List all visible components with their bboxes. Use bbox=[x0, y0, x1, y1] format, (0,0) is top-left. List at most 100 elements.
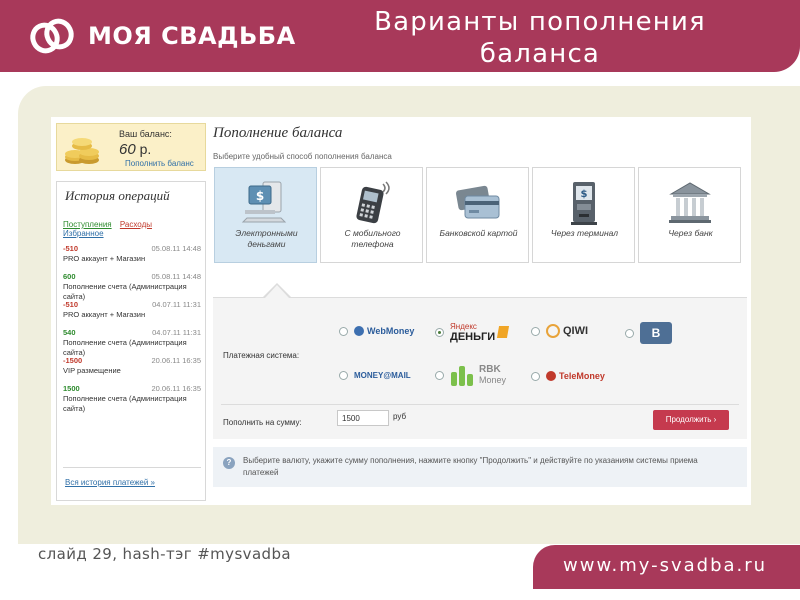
header-band: МОЯ СВАДЬБА Варианты пополнения баланса bbox=[0, 0, 800, 72]
amount-label: Пополнить на сумму: bbox=[223, 418, 302, 427]
op-amount: 540 bbox=[63, 328, 76, 337]
list-item: -510 04.07.11 11:31 PRO аккаунт + Магазин bbox=[63, 300, 201, 328]
balance-label: Ваш баланс: bbox=[119, 129, 172, 139]
rbk-logo-top: RBK bbox=[479, 364, 501, 375]
history-tabs: Поступления Расходы Избранное bbox=[63, 220, 205, 238]
qiwi-ring-icon bbox=[546, 324, 560, 338]
amount-unit: руб bbox=[393, 412, 407, 421]
tab-favorites[interactable]: Избранное bbox=[63, 229, 104, 238]
balance-box: Ваш баланс: 60 р. Пополнить баланс bbox=[56, 123, 206, 171]
webmoney-globe-icon bbox=[354, 326, 364, 336]
method-bank-card[interactable]: Банковской картой bbox=[426, 167, 529, 263]
method-label: Через терминал bbox=[550, 228, 619, 238]
list-item: 540 04.07.11 11:31 Пополнение счета (Адми… bbox=[63, 328, 201, 357]
rbk-logo-bottom: Money bbox=[479, 375, 507, 385]
op-date: 20.06.11 16:35 bbox=[151, 356, 202, 365]
continue-button[interactable]: Продолжить › bbox=[653, 410, 729, 430]
footer-url-band: www.my-svadba.ru bbox=[533, 545, 800, 589]
option-moneymail[interactable]: MONEY@MAIL bbox=[339, 371, 411, 380]
payment-form: Платежная система: WebMoney Яндекс ДЕНЬГ… bbox=[213, 297, 747, 439]
logo-text: МОЯ СВАДЬБА bbox=[88, 22, 296, 50]
svg-text:$: $ bbox=[256, 189, 264, 203]
method-e-money[interactable]: $ Электронными деньгами bbox=[214, 167, 317, 263]
terminal-icon: $ bbox=[571, 182, 597, 225]
method-label: Банковской картой bbox=[439, 228, 518, 238]
amount-input[interactable]: 1500 bbox=[337, 410, 389, 426]
option-qiwi[interactable]: QIWI bbox=[531, 324, 588, 338]
list-item: -1500 20.06.11 16:35 VIP размещение bbox=[63, 356, 201, 384]
qiwi-logo: QIWI bbox=[563, 325, 589, 337]
method-label: Электронными деньгами bbox=[235, 228, 298, 249]
list-item: -510 05.08.11 14:48 PRO аккаунт + Магазин bbox=[63, 244, 201, 272]
slide-title-line-1: Варианты пополнения bbox=[374, 7, 706, 37]
payment-system-label: Платежная система: bbox=[223, 351, 300, 360]
main-subtitle: Выберите удобный способ пополнения балан… bbox=[213, 152, 392, 161]
moneymail-logo: MONEY@MAIL bbox=[354, 371, 411, 380]
method-label: Через банк bbox=[668, 228, 713, 238]
all-history-link[interactable]: Вся история платежей » bbox=[65, 478, 155, 487]
webmoney-logo: WebMoney bbox=[367, 326, 415, 336]
op-date: 05.08.11 14:48 bbox=[151, 272, 202, 281]
radio-webmoney[interactable] bbox=[339, 326, 348, 336]
method-mobile[interactable]: С мобильного телефона bbox=[320, 167, 423, 263]
op-date: 04.07.11 11:31 bbox=[152, 300, 201, 309]
op-desc: Пополнение счета (Администрация сайта) bbox=[63, 338, 187, 357]
bank-card-icon bbox=[455, 185, 500, 219]
tab-expenses[interactable]: Расходы bbox=[120, 220, 152, 229]
history-divider bbox=[63, 467, 201, 468]
hint-box: ? Выберите валюту, укажите сумму пополне… bbox=[213, 447, 747, 487]
tab-income[interactable]: Поступления bbox=[63, 220, 112, 229]
e-money-icon: $ bbox=[241, 181, 287, 223]
telemoney-logo: TeleMoney bbox=[559, 371, 605, 381]
op-amount: 1500 bbox=[63, 384, 80, 393]
op-desc: Пополнение счета (Администрация сайта) bbox=[63, 394, 187, 413]
site-url[interactable]: www.my-svadba.ru bbox=[563, 555, 767, 576]
op-date: 20.06.11 16:35 bbox=[151, 384, 202, 393]
yandex-wallet-icon bbox=[497, 326, 510, 338]
radio-yandex-money[interactable] bbox=[435, 327, 444, 337]
slide: МОЯ СВАДЬБА Варианты пополнения баланса … bbox=[0, 0, 800, 600]
radio-moneymail[interactable] bbox=[339, 371, 348, 380]
form-divider bbox=[221, 404, 739, 405]
telemoney-badge-icon bbox=[546, 371, 556, 381]
list-item: 600 05.08.11 14:48 Пополнение счета (Адми… bbox=[63, 272, 202, 301]
payment-methods: $ Электронными деньгами С мобильного тел… bbox=[214, 167, 741, 263]
rings-logo-icon bbox=[30, 18, 74, 54]
selection-pointer-fill bbox=[265, 285, 289, 298]
svg-text:$: $ bbox=[581, 189, 588, 200]
radio-vkontakte[interactable] bbox=[625, 328, 634, 338]
slide-number: слайд 29, hash-тэг #mysvadba bbox=[38, 545, 291, 563]
op-amount: -1500 bbox=[63, 356, 83, 365]
op-desc: VIP размещение bbox=[63, 366, 121, 375]
op-desc: PRO аккаунт + Магазин bbox=[63, 254, 146, 263]
radio-telemoney[interactable] bbox=[531, 371, 540, 381]
topup-balance-link[interactable]: Пополнить баланс bbox=[125, 159, 194, 168]
coins-icon bbox=[65, 138, 99, 164]
radio-qiwi[interactable] bbox=[531, 326, 540, 336]
op-desc: PRO аккаунт + Магазин bbox=[63, 310, 146, 319]
method-bank[interactable]: Через банк bbox=[638, 167, 741, 263]
option-yandex-money[interactable]: Яндекс ДЕНЬГИ bbox=[435, 322, 510, 343]
vk-logo: B bbox=[640, 322, 672, 344]
yandex-logo-bottom: ДЕНЬГИ bbox=[450, 331, 496, 343]
op-amount: -510 bbox=[63, 244, 79, 253]
op-date: 05.08.11 14:48 bbox=[151, 244, 202, 253]
info-icon: ? bbox=[223, 457, 235, 469]
option-telemoney[interactable]: TeleMoney bbox=[531, 371, 605, 381]
hint-text: Выберите валюту, укажите сумму пополнени… bbox=[243, 456, 698, 477]
option-vkontakte[interactable]: B bbox=[625, 322, 672, 344]
option-rbk-money[interactable]: RBK Money bbox=[435, 362, 506, 388]
op-amount: 600 bbox=[63, 272, 76, 281]
op-desc: Пополнение счета (Администрация сайта) bbox=[63, 282, 187, 301]
method-label: С мобильного телефона bbox=[344, 228, 401, 249]
logo: МОЯ СВАДЬБА bbox=[28, 16, 296, 56]
option-webmoney[interactable]: WebMoney bbox=[339, 326, 414, 336]
radio-rbk-money[interactable] bbox=[435, 370, 444, 380]
payment-screenshot: Ваш баланс: 60 р. Пополнить баланс Истор… bbox=[51, 117, 751, 505]
balance-currency: р. bbox=[139, 141, 152, 157]
slide-title-line-2: баланса bbox=[479, 39, 601, 69]
bank-building-icon bbox=[669, 182, 711, 223]
method-terminal[interactable]: $ Через терминал bbox=[532, 167, 635, 263]
list-item: 1500 20.06.11 16:35 Пополнение счета (Адм… bbox=[63, 384, 202, 413]
op-amount: -510 bbox=[63, 300, 79, 309]
